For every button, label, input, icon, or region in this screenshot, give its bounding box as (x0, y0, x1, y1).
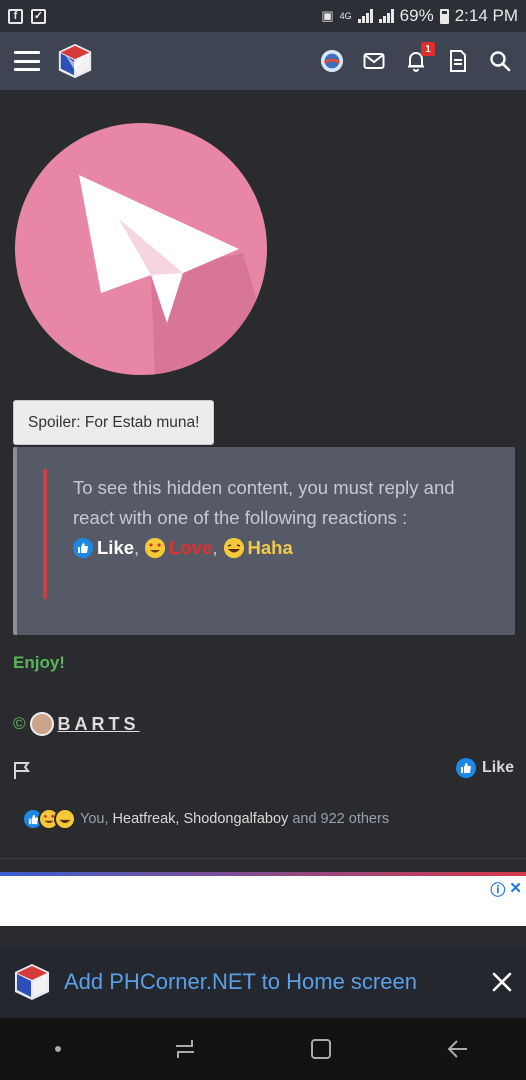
notifications-icon[interactable]: 1 (404, 42, 435, 73)
top-navbar: 1 (0, 32, 526, 90)
reaction-like-label: Like (97, 537, 135, 558)
signal-icon-2 (378, 9, 394, 23)
back-icon[interactable] (445, 1036, 471, 1062)
like-icon (73, 538, 93, 558)
love-icon (145, 538, 166, 558)
like-icon (455, 758, 476, 778)
facebook-notification-icon: f (8, 8, 23, 24)
recents-icon[interactable] (172, 1036, 198, 1062)
ad-banner[interactable]: ⓘ ✕ (0, 876, 526, 926)
signal-icon (357, 9, 373, 23)
post-image-paper-plane (15, 123, 267, 375)
required-reactions: Like , Love , Haha (73, 533, 495, 563)
reactor-name[interactable]: Shodongalfaboy (183, 811, 288, 827)
reactions-summary[interactable]: You, Heatfreak, Shodongalfaboy and 922 o… (22, 808, 389, 830)
reactor-you: You, (80, 811, 109, 827)
author-credit: © BARTS (13, 712, 140, 736)
hidden-content-message: To see this hidden content, you must rep… (73, 477, 455, 528)
like-button[interactable]: Like (455, 758, 514, 778)
document-icon[interactable] (446, 49, 470, 73)
reactors-others[interactable]: and 922 others (292, 811, 389, 827)
hidden-content-quote: To see this hidden content, you must rep… (43, 469, 495, 599)
nfc-icon: ▣ (321, 8, 334, 23)
separator: , (212, 537, 218, 558)
nav-dot-icon[interactable] (55, 1046, 62, 1052)
battery-percent: 69% (399, 6, 434, 25)
reaction-love-label: Love (169, 537, 213, 558)
report-flag-icon[interactable] (12, 760, 32, 780)
haha-icon (223, 538, 244, 558)
ad-close-icon[interactable]: ✕ (509, 879, 522, 900)
battery-icon (439, 8, 449, 24)
hidden-content-box: To see this hidden content, you must rep… (13, 447, 515, 635)
status-bar: f ✓ ▣ 4G 69% 2:14 PM (0, 0, 526, 32)
system-navigation-bar (0, 1018, 526, 1080)
reaction-haha-label: Haha (247, 537, 293, 558)
author-link[interactable]: BARTS (58, 714, 140, 735)
reaction-icons-stack (22, 808, 76, 830)
haha-icon (54, 808, 76, 830)
network-type: 4G (339, 10, 352, 21)
spoiler-button[interactable]: Spoiler: For Estab muna! (13, 400, 215, 445)
ad-info-icon[interactable]: ⓘ (490, 879, 505, 900)
search-icon[interactable] (488, 49, 512, 73)
clock: 2:14 PM (454, 6, 518, 25)
enjoy-text: Enjoy! (13, 653, 65, 672)
author-avatar[interactable] (29, 712, 54, 736)
mail-icon[interactable] (362, 49, 386, 73)
like-button-label: Like (481, 759, 514, 776)
site-logo-icon (15, 964, 49, 1000)
home-icon[interactable] (308, 1036, 334, 1062)
divider (0, 858, 526, 859)
separator: , (134, 537, 140, 558)
reactor-name[interactable]: Heatfreak, (113, 811, 180, 827)
copyright-symbol: © (13, 714, 26, 733)
menu-icon[interactable] (14, 51, 40, 71)
checkbox-notification-icon: ✓ (31, 8, 46, 24)
notification-badge: 1 (421, 42, 435, 56)
site-logo[interactable] (56, 42, 94, 80)
add-to-home-label[interactable]: Add PHCorner.NET to Home screen (64, 969, 417, 995)
close-icon[interactable] (490, 970, 514, 994)
user-avatar-icon[interactable] (320, 49, 344, 73)
add-to-home-banner[interactable]: Add PHCorner.NET to Home screen (0, 946, 526, 1018)
